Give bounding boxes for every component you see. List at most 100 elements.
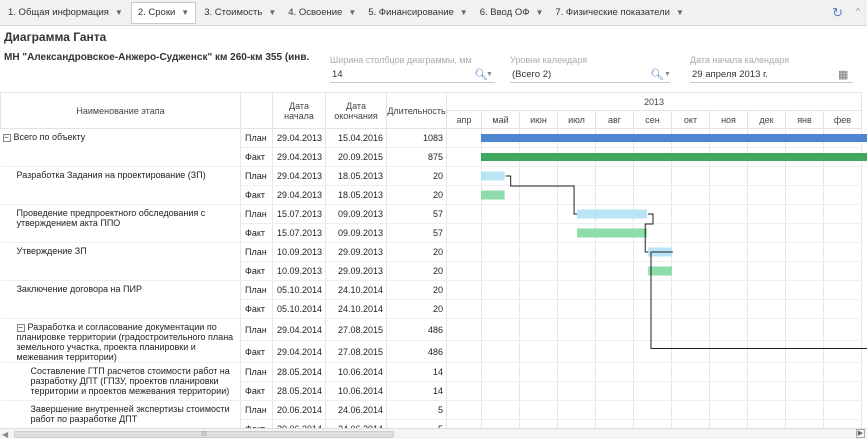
gantt-cell	[823, 147, 862, 167]
gantt-cell	[633, 340, 672, 363]
tree-collapse-icon[interactable]: −	[2, 133, 11, 142]
gantt-cell	[446, 400, 482, 420]
duration-cell: 20	[386, 261, 447, 281]
gantt-cell	[481, 381, 520, 401]
calendar-levels-select[interactable]: (Всего 2)	[510, 66, 670, 83]
stage-name: Составление ГТП расчетов стоимости работ…	[30, 366, 230, 396]
gantt-cell	[446, 280, 482, 300]
gantt-cell	[557, 147, 596, 167]
tab-fixed-assets[interactable]: 6. Ввод ОФ ▼	[474, 3, 550, 23]
gantt-cell	[595, 381, 634, 401]
gantt-cell	[519, 185, 558, 205]
gantt-cell	[481, 147, 520, 167]
scrollbar-thumb[interactable]: III	[14, 431, 394, 438]
gantt-cell	[671, 128, 710, 148]
stage-name: Проведение предпроектного обследования с…	[16, 208, 206, 228]
duration-cell: 20	[386, 166, 447, 186]
chevron-down-icon[interactable]: ▼	[486, 71, 493, 78]
start-date-cell: 29.04.2013	[272, 185, 326, 205]
gantt-cell	[481, 128, 520, 148]
gantt-cell	[595, 340, 634, 363]
tab-label: 5. Финансирование	[368, 7, 454, 18]
tab-development[interactable]: 4. Освоение ▼	[282, 3, 362, 23]
chevron-down-icon[interactable]: ▼	[181, 8, 189, 17]
table-row[interactable]: − Разработка и согласование документации …	[0, 318, 862, 363]
duration-cell: 20	[386, 185, 447, 205]
end-date-cell: 10.06.2014	[325, 381, 387, 401]
gantt-cell	[747, 166, 786, 186]
stage-name: Утверждение ЗП	[16, 246, 87, 256]
gantt-cell	[633, 280, 672, 300]
end-date-cell: 24.10.2014	[325, 299, 387, 319]
gantt-cell	[446, 242, 482, 262]
column-header-end: Дата окончания	[325, 92, 387, 129]
calendar-month: апр	[446, 110, 482, 129]
row-type-cell: План	[240, 280, 273, 300]
tab-physical-indicators[interactable]: 7. Физические показатели ▼	[549, 3, 690, 23]
gantt-cell	[446, 381, 482, 401]
gantt-cell	[446, 340, 482, 363]
gantt-cell	[595, 318, 634, 341]
chevron-down-icon[interactable]: ▼	[115, 8, 123, 17]
tab-label: 7. Физические показатели	[555, 7, 670, 18]
stage-name-cell: Составление ГТП расчетов стоимости работ…	[0, 362, 241, 401]
column-width-input[interactable]: 14	[330, 66, 495, 83]
search-icon[interactable]: 🔍︎	[650, 68, 664, 81]
tab-financing[interactable]: 5. Финансирование ▼	[362, 3, 473, 23]
chevron-down-icon[interactable]: ▼	[348, 8, 356, 17]
stage-name: Разработка Задания на проектирование (ЗП…	[16, 170, 206, 180]
gantt-cell	[446, 362, 482, 382]
page-title: Диаграмма Ганта	[4, 30, 107, 44]
gantt-cell	[747, 185, 786, 205]
table-row[interactable]: Завершение внутренней экспертизы стоимос…	[0, 400, 862, 439]
gantt-cell	[481, 204, 520, 224]
calendar-month: фев	[823, 110, 862, 129]
gantt-cell	[785, 242, 824, 262]
calendar-icon[interactable]: ▦	[838, 68, 848, 81]
gantt-cell	[671, 204, 710, 224]
calendar-start-label: Дата начала календаря	[690, 55, 790, 65]
gantt-cell	[633, 128, 672, 148]
chevron-down-icon[interactable]: ▼	[535, 8, 543, 17]
gantt-cell	[557, 381, 596, 401]
gantt-cell	[595, 242, 634, 262]
gantt-cell	[709, 166, 748, 186]
gantt-cell	[446, 185, 482, 205]
collapse-up-icon[interactable]: ^	[856, 6, 860, 16]
tab-cost[interactable]: 3. Стоимость ▼	[198, 3, 282, 23]
row-type-cell: План	[240, 400, 273, 420]
calendar-month: окт	[671, 110, 710, 129]
chevron-down-icon[interactable]: ▼	[460, 8, 468, 17]
gantt-cell	[823, 128, 862, 148]
stage-name-cell: Заключение договора на ПИР	[0, 280, 241, 319]
table-row[interactable]: Разработка Задания на проектирование (ЗП…	[0, 166, 862, 205]
stage-name: Разработка и согласование документации п…	[16, 322, 234, 362]
table-row[interactable]: Составление ГТП расчетов стоимости работ…	[0, 362, 862, 401]
gantt-cell	[709, 185, 748, 205]
gantt-cell	[747, 362, 786, 382]
table-row[interactable]: Утверждение ЗП План 10.09.2013 29.09.2013 20	[0, 242, 862, 281]
chevron-down-icon[interactable]: ▼	[268, 8, 276, 17]
gantt-cell	[446, 261, 482, 281]
gantt-cell	[557, 223, 596, 243]
tree-collapse-icon[interactable]: −	[16, 323, 25, 332]
end-date-cell: 24.06.2014	[325, 400, 387, 420]
chevron-down-icon[interactable]: ▼	[664, 71, 671, 78]
scroll-right-icon[interactable]: ▶	[856, 429, 865, 438]
calendar-month: июн	[519, 110, 558, 129]
calendar-start-date-input[interactable]: 29 апреля 2013 г.	[690, 66, 853, 83]
scroll-left-icon[interactable]: ◀	[2, 430, 8, 439]
horizontal-scrollbar[interactable]: ◀ III ▶	[0, 428, 867, 439]
gantt-cell	[747, 204, 786, 224]
gantt-cell	[519, 299, 558, 319]
tab-schedule[interactable]: 2. Сроки ▼	[130, 1, 197, 24]
table-row[interactable]: Заключение договора на ПИР План 05.10.2014…	[0, 280, 862, 319]
chevron-down-icon[interactable]: ▼	[676, 8, 684, 17]
gantt-cell	[595, 166, 634, 186]
gantt-cell	[785, 400, 824, 420]
table-row[interactable]: Проведение предпроектного обследования с…	[0, 204, 862, 243]
refresh-icon[interactable]: ↻	[832, 5, 843, 21]
table-row[interactable]: − Всего по объекту План 29.04.2013 15.04.201…	[0, 128, 862, 167]
tab-general-info[interactable]: 1. Общая информация ▼	[2, 3, 129, 23]
gantt-cell	[823, 299, 862, 319]
